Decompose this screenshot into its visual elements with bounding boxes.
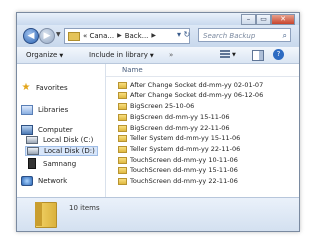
computer-icon [21,125,33,135]
maximize-button[interactable]: ▭ [256,14,271,25]
folder-icon [118,156,127,164]
folder-name: BigScreen dd-mm-yy 15-11-06 [130,113,230,121]
folder-icon [118,113,127,121]
chevron-down-icon: ▼ [149,53,154,59]
caption-buttons: – ▭ ✕ [241,14,295,25]
close-button[interactable]: ✕ [271,14,295,25]
explorer-window: – ▭ ✕ ◀ ▶ ▼ « Cana... ▶ Back... ▶ ▾ ↻ Se… [16,12,300,232]
include-label: Include in library [89,51,148,59]
breadcrumb-backup[interactable]: Back... [125,29,149,43]
sidebar-item-favorites[interactable]: ★ Favorites [21,82,68,93]
list-item[interactable]: Teller System dd-mm-yy 22-11-06 [118,144,240,154]
item-count: 10 items [69,204,100,212]
folder-name: After Change Socket dd-mm-yy 02-01-07 [130,81,264,89]
sidebar-item-computer[interactable]: Computer [21,125,73,135]
command-bar: Organize ▼ Include in library ▼ » ▼ ? [17,47,299,64]
back-button[interactable]: ◀ [23,28,39,44]
help-icon[interactable]: ? [273,49,284,60]
sidebar-item-local-disk-d[interactable]: Local Disk (D:) [25,146,98,156]
views-icon[interactable] [220,50,230,59]
folder-icon [118,102,127,110]
folder-name: TouchScreen dd-mm-yy 15-11-06 [130,166,238,174]
library-icon [21,105,33,115]
sidebar-label: Libraries [38,106,69,114]
folder-icon [118,166,127,174]
breadcrumb-canon[interactable]: « Cana... [83,29,114,43]
breadcrumb-separator-icon[interactable]: ▶ [117,29,122,43]
folder-name: Teller System dd-mm-yy 15-11-06 [130,134,241,142]
folder-name: After Change Socket dd-mm-yy 06-12-06 [130,91,264,99]
list-item[interactable]: TouchScreen dd-mm-yy 22-11-06 [118,176,238,186]
minimize-button[interactable]: – [241,14,256,25]
sidebar-label: Samnang [43,159,77,168]
forward-arrow-icon: ▶ [43,31,51,41]
sidebar-label: Local Disk (D:) [44,147,95,155]
preview-pane-icon[interactable] [252,50,264,61]
sidebar-label: Computer [38,126,73,134]
sidebar-label: Local Disk (C:) [43,136,94,144]
address-bar[interactable]: « Cana... ▶ Back... ▶ [64,28,190,44]
folder-icon [118,177,127,185]
list-item[interactable]: TouchScreen dd-mm-yy 10-11-06 [118,155,238,165]
chevron-down-icon: ▼ [59,53,64,59]
title-bar: – ▭ ✕ [17,13,299,25]
back-arrow-icon: ◀ [27,31,35,41]
organize-label: Organize [26,51,58,59]
forward-button[interactable]: ▶ [39,28,55,44]
sidebar-item-network[interactable]: Network [21,176,67,186]
include-in-library-button[interactable]: Include in library ▼ [89,47,154,64]
list-item[interactable]: BigScreen dd-mm-yy 15-11-06 [118,112,230,122]
navigation-pane: ★ Favorites Libraries Computer Local Disk… [17,64,106,197]
folder-icon [68,31,80,41]
star-icon: ★ [21,82,31,93]
folder-icon [118,134,127,142]
recent-pages-chevron-icon[interactable]: ▼ [56,31,61,38]
sidebar-item-libraries[interactable]: Libraries [21,105,68,115]
phone-icon [28,158,36,169]
sidebar-item-samnang[interactable]: Samnang [26,158,76,169]
sidebar-label: Network [38,177,68,185]
list-item[interactable]: BigScreen 25-10-06 [118,101,194,111]
file-list: Name After Change Socket dd-mm-yy 02-01-… [106,64,299,197]
disk-icon [26,136,38,144]
list-item[interactable]: After Change Socket dd-mm-yy 06-12-06 [118,90,263,100]
sidebar-label: Favorites [36,84,68,92]
folder-icon [118,145,127,153]
navigation-bar: ◀ ▶ ▼ « Cana... ▶ Back... ▶ ▾ ↻ Search B… [17,25,299,47]
list-item[interactable]: Teller System dd-mm-yy 15-11-06 [118,133,240,143]
search-icon: ⌕ [282,31,287,40]
column-header-name[interactable]: Name [106,64,299,77]
refresh-icon[interactable]: ▾ ↻ [177,30,190,39]
search-placeholder: Search Backup [203,32,256,40]
views-chevron-icon[interactable]: ▼ [232,47,236,63]
list-item[interactable]: After Change Socket dd-mm-yy 02-01-07 [118,80,263,90]
folder-name: BigScreen dd-mm-yy 22-11-06 [130,124,230,132]
breadcrumb-separator-icon[interactable]: ▶ [151,29,156,43]
folder-name: TouchScreen dd-mm-yy 22-11-06 [130,177,238,185]
list-item[interactable]: BigScreen dd-mm-yy 22-11-06 [118,123,230,133]
more-options-icon[interactable]: » [169,47,173,63]
folder-icon [118,91,127,99]
list-item[interactable]: TouchScreen dd-mm-yy 15-11-06 [118,165,238,175]
folder-icon [118,124,127,132]
folder-icon [35,202,57,228]
disk-icon [27,147,39,155]
folder-name: BigScreen 25-10-06 [130,102,195,110]
folder-name: TouchScreen dd-mm-yy 10-11-06 [130,156,238,164]
details-pane: 10 items [17,197,299,231]
folder-name: Teller System dd-mm-yy 22-11-06 [130,145,241,153]
folder-icon [118,81,127,89]
organize-button[interactable]: Organize ▼ [26,47,63,64]
network-icon [21,176,33,186]
sidebar-item-local-disk-c[interactable]: Local Disk (C:) [26,136,93,144]
search-input[interactable]: Search Backup ⌕ [198,28,291,42]
